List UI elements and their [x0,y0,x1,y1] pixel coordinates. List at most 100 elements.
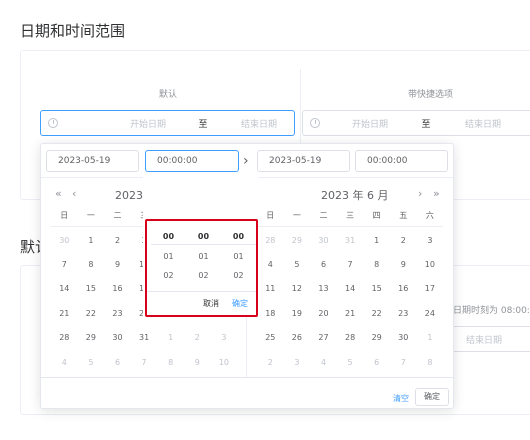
calendar-day[interactable]: 2 [184,333,211,342]
calendar-day[interactable]: 3 [211,333,238,342]
time-option[interactable]: 00 [151,227,186,247]
calendar-day[interactable]: 21 [51,309,78,318]
calendar-day[interactable]: 24 [417,309,444,318]
start-time-input[interactable]: 00:00:00 [145,150,239,172]
calendar-day[interactable]: 8 [157,358,184,367]
calendar-day[interactable]: 22 [78,309,105,318]
calendar-day[interactable]: 28 [257,236,284,245]
calendar-day[interactable]: 30 [310,236,337,245]
time-option[interactable]: 00 [186,227,221,247]
calendar-day[interactable]: 30 [390,333,417,342]
calendar-day[interactable]: 19 [284,309,311,318]
calendar-day[interactable]: 3 [284,358,311,367]
calendar-day[interactable]: 16 [104,284,131,293]
calendar-day[interactable]: 8 [417,358,444,367]
calendar-day[interactable]: 26 [284,333,311,342]
calendar-day[interactable]: 29 [363,333,390,342]
calendar-day[interactable]: 14 [51,284,78,293]
calendar-day[interactable]: 9 [390,260,417,269]
calendar-day[interactable]: 1 [157,333,184,342]
calendar-day[interactable]: 20 [310,309,337,318]
start-date-placeholder[interactable]: 开始日期 [340,117,400,130]
calendar-day[interactable]: 11 [257,284,284,293]
calendar-day[interactable]: 18 [257,309,284,318]
end-date-placeholder[interactable]: 结束日期 [453,117,513,130]
calendar-day[interactable]: 3 [417,236,444,245]
calendar-day[interactable]: 6 [310,260,337,269]
calendar-day[interactable]: 9 [184,358,211,367]
time-confirm-button[interactable]: 确定 [232,298,248,309]
calendar-day[interactable]: 8 [78,260,105,269]
next-month-button[interactable]: › [418,187,422,200]
datetime-range-input-bottom[interactable]: 结束日期 [446,326,530,352]
time-option[interactable]: 02 [151,266,186,286]
calendar-day[interactable]: 9 [104,260,131,269]
next-year-button[interactable]: » [433,187,440,200]
prev-year-button[interactable]: « [55,187,62,200]
end-date-placeholder[interactable]: 结束日期 [229,117,289,130]
calendar-day[interactable]: 8 [363,260,390,269]
calendar-day[interactable]: 4 [257,260,284,269]
calendar-day[interactable]: 1 [78,236,105,245]
time-option[interactable]: 02 [186,266,221,286]
calendar-day[interactable]: 23 [390,309,417,318]
calendar-day[interactable]: 30 [104,333,131,342]
calendar-day[interactable]: 15 [363,284,390,293]
calendar-day[interactable]: 1 [363,236,390,245]
time-option[interactable]: 00 [221,227,256,247]
calendar-day[interactable]: 25 [257,333,284,342]
calendar-day[interactable]: 4 [51,358,78,367]
calendar-day[interactable]: 10 [211,358,238,367]
calendar-day[interactable]: 14 [337,284,364,293]
time-option[interactable]: 02 [221,266,256,286]
calendar-day[interactable]: 6 [104,358,131,367]
confirm-button[interactable]: 确定 [415,388,449,406]
calendar-day[interactable]: 5 [78,358,105,367]
calendar-day[interactable]: 10 [417,260,444,269]
calendar-day[interactable]: 22 [363,309,390,318]
calendar-day[interactable]: 29 [78,333,105,342]
calendar-day[interactable]: 16 [390,284,417,293]
calendar-day[interactable]: 7 [131,358,158,367]
calendar-day[interactable]: 15 [78,284,105,293]
second-column[interactable]: 00 01 02 [221,227,256,286]
end-date-input[interactable]: 2023-05-19 [257,150,350,172]
calendar-day[interactable]: 2 [257,358,284,367]
end-date-placeholder[interactable]: 结束日期 [454,333,514,346]
time-option[interactable]: 01 [221,247,256,267]
clear-button[interactable]: 清空 [393,393,409,404]
calendar-day[interactable]: 30 [51,236,78,245]
calendar-day[interactable]: 27 [310,333,337,342]
calendar-day[interactable]: 28 [51,333,78,342]
time-option[interactable]: 01 [151,247,186,267]
calendar-day[interactable]: 5 [284,260,311,269]
calendar-day[interactable]: 23 [104,309,131,318]
calendar-day[interactable]: 4 [310,358,337,367]
time-cancel-button[interactable]: 取消 [203,298,219,309]
calendar-day[interactable]: 7 [51,260,78,269]
calendar-day[interactable]: 28 [337,333,364,342]
calendar-day[interactable]: 7 [337,260,364,269]
start-date-input[interactable]: 2023-05-19 [46,150,139,172]
calendar-day[interactable]: 13 [310,284,337,293]
calendar-day[interactable]: 12 [284,284,311,293]
minute-column[interactable]: 00 01 02 [186,227,221,286]
datetime-range-input-shortcuts[interactable]: 开始日期 至 结束日期 [302,110,530,136]
calendar-day[interactable]: 2 [104,236,131,245]
time-option[interactable]: 01 [186,247,221,267]
calendar-day[interactable]: 21 [337,309,364,318]
calendar-day[interactable]: 6 [363,358,390,367]
calendar-day[interactable]: 31 [337,236,364,245]
datetime-range-input-default[interactable]: 开始日期 至 结束日期 [40,110,295,136]
calendar-day[interactable]: 31 [131,333,158,342]
prev-month-button[interactable]: ‹ [72,187,76,200]
calendar-day[interactable]: 7 [390,358,417,367]
calendar-day[interactable]: 29 [284,236,311,245]
start-date-placeholder[interactable]: 开始日期 [118,117,178,130]
calendar-day[interactable]: 5 [337,358,364,367]
hour-column[interactable]: 00 01 02 [151,227,186,286]
end-time-input[interactable]: 00:00:00 [355,150,448,172]
calendar-day[interactable]: 1 [417,333,444,342]
calendar-day[interactable]: 17 [417,284,444,293]
calendar-day[interactable]: 2 [390,236,417,245]
